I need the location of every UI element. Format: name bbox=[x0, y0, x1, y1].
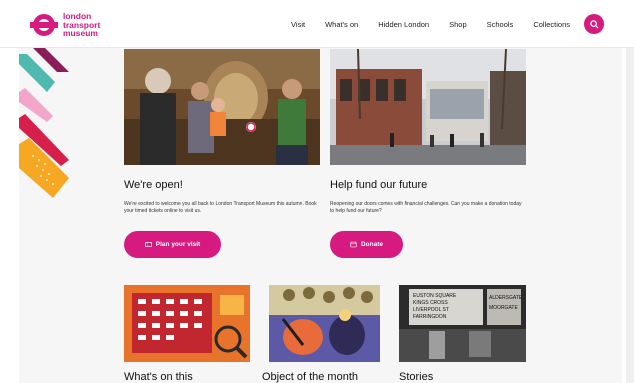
card-description-were-open: We're excited to welcome you all back to… bbox=[124, 201, 317, 214]
page-scrollbar[interactable] bbox=[626, 48, 634, 383]
roundel-logo-icon bbox=[30, 11, 58, 39]
family-visit-image[interactable] bbox=[124, 49, 320, 165]
card-description-help-fund: Reopening our doors comes with financial… bbox=[330, 201, 522, 214]
logo-text: london transport museum bbox=[63, 11, 101, 39]
covent-garden-image[interactable] bbox=[330, 49, 526, 165]
poster-line-5: ALDERSGATE bbox=[489, 295, 523, 301]
card-title-whats-on: What's on this bbox=[124, 371, 193, 383]
poster-line-1: EUSTON SQUARE bbox=[413, 293, 457, 299]
ticket-icon bbox=[144, 242, 152, 247]
stories-image[interactable]: EUSTON SQUARE KINGS CROSS LIVERPOOL ST F… bbox=[399, 285, 526, 362]
nav-schools[interactable]: Schools bbox=[487, 20, 514, 29]
card-title-stories: Stories bbox=[399, 371, 434, 383]
card-title-were-open: We're open! bbox=[124, 179, 183, 191]
search-icon bbox=[589, 19, 599, 29]
nav-hidden-london[interactable]: Hidden London bbox=[378, 20, 429, 29]
nav-visit[interactable]: Visit bbox=[291, 20, 305, 29]
site-header: london transport museum Visit What's on … bbox=[0, 0, 634, 48]
museum-logo[interactable]: london transport museum bbox=[30, 11, 100, 39]
nav-shop[interactable]: Shop bbox=[449, 20, 467, 29]
nav-whats-on[interactable]: What's on bbox=[325, 20, 358, 29]
nav-collections[interactable]: Collections bbox=[533, 20, 570, 29]
poster-line-4: FARRINGDON bbox=[413, 314, 447, 320]
card-title-help-fund: Help fund our future bbox=[330, 179, 428, 191]
decorative-stripes bbox=[19, 48, 79, 208]
donate-button[interactable]: Donate bbox=[330, 231, 403, 258]
main-nav: Visit What's on Hidden London Shop Schoo… bbox=[291, 0, 604, 48]
donate-icon bbox=[350, 241, 357, 248]
poster-line-6: MOORGATE bbox=[489, 305, 518, 311]
card-title-object-of-month: Object of the month bbox=[262, 371, 358, 383]
search-button[interactable] bbox=[584, 14, 604, 34]
plan-your-visit-button[interactable]: Plan your visit bbox=[124, 231, 221, 258]
whats-on-image[interactable] bbox=[124, 285, 250, 362]
object-of-month-image[interactable] bbox=[269, 285, 380, 362]
poster-line-2: KINGS CROSS bbox=[413, 300, 448, 306]
poster-line-3: LIVERPOOL ST bbox=[413, 307, 449, 313]
